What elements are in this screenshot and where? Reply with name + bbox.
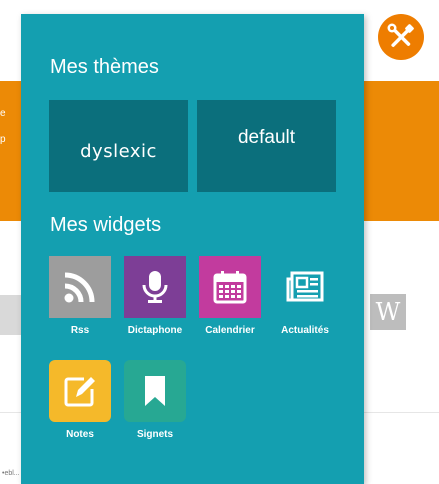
wikipedia-button[interactable]: W [370, 294, 406, 330]
dictaphone-tile[interactable] [124, 256, 186, 318]
widget-label: Actualités [281, 325, 329, 336]
widget-dictaphone[interactable]: Dictaphone [122, 256, 188, 336]
themes-title: Mes thèmes [50, 56, 159, 78]
widget-notes[interactable]: Notes [47, 360, 113, 440]
bookmark-icon [145, 376, 165, 406]
calendar-icon [213, 271, 247, 304]
background-grey-block [0, 295, 22, 335]
signets-tile[interactable] [124, 360, 186, 422]
widgets-title: Mes widgets [50, 214, 162, 236]
widget-label: Signets [136, 429, 174, 440]
widget-rss[interactable]: Rss [47, 256, 113, 336]
newspaper-icon [286, 271, 324, 302]
notes-tile[interactable] [49, 360, 111, 422]
widget-calendrier[interactable]: Calendrier [197, 256, 263, 336]
tools-button[interactable] [378, 14, 424, 60]
calendar-tile[interactable] [199, 256, 261, 318]
rss-tile[interactable] [49, 256, 111, 318]
background-edge-text: p [0, 134, 6, 145]
pencil-note-icon [64, 377, 95, 407]
settings-panel: Mes thèmes dyslexic default Mes widgets … [21, 14, 364, 484]
news-tile[interactable] [274, 256, 336, 318]
widget-label: Rss [70, 325, 90, 336]
widget-label: Dictaphone [127, 325, 183, 336]
microphone-icon [142, 271, 168, 303]
tools-icon [387, 23, 414, 47]
widget-label: Notes [66, 429, 94, 440]
theme-dyslexic-button[interactable]: dyslexic [49, 100, 188, 192]
widget-signets[interactable]: Signets [122, 360, 188, 440]
background-edge-text: e [0, 108, 6, 119]
theme-default-button[interactable]: default [197, 100, 336, 192]
widget-actualites[interactable]: Actualités [272, 256, 338, 336]
widget-label: Calendrier [205, 325, 255, 336]
rss-icon [64, 272, 95, 303]
